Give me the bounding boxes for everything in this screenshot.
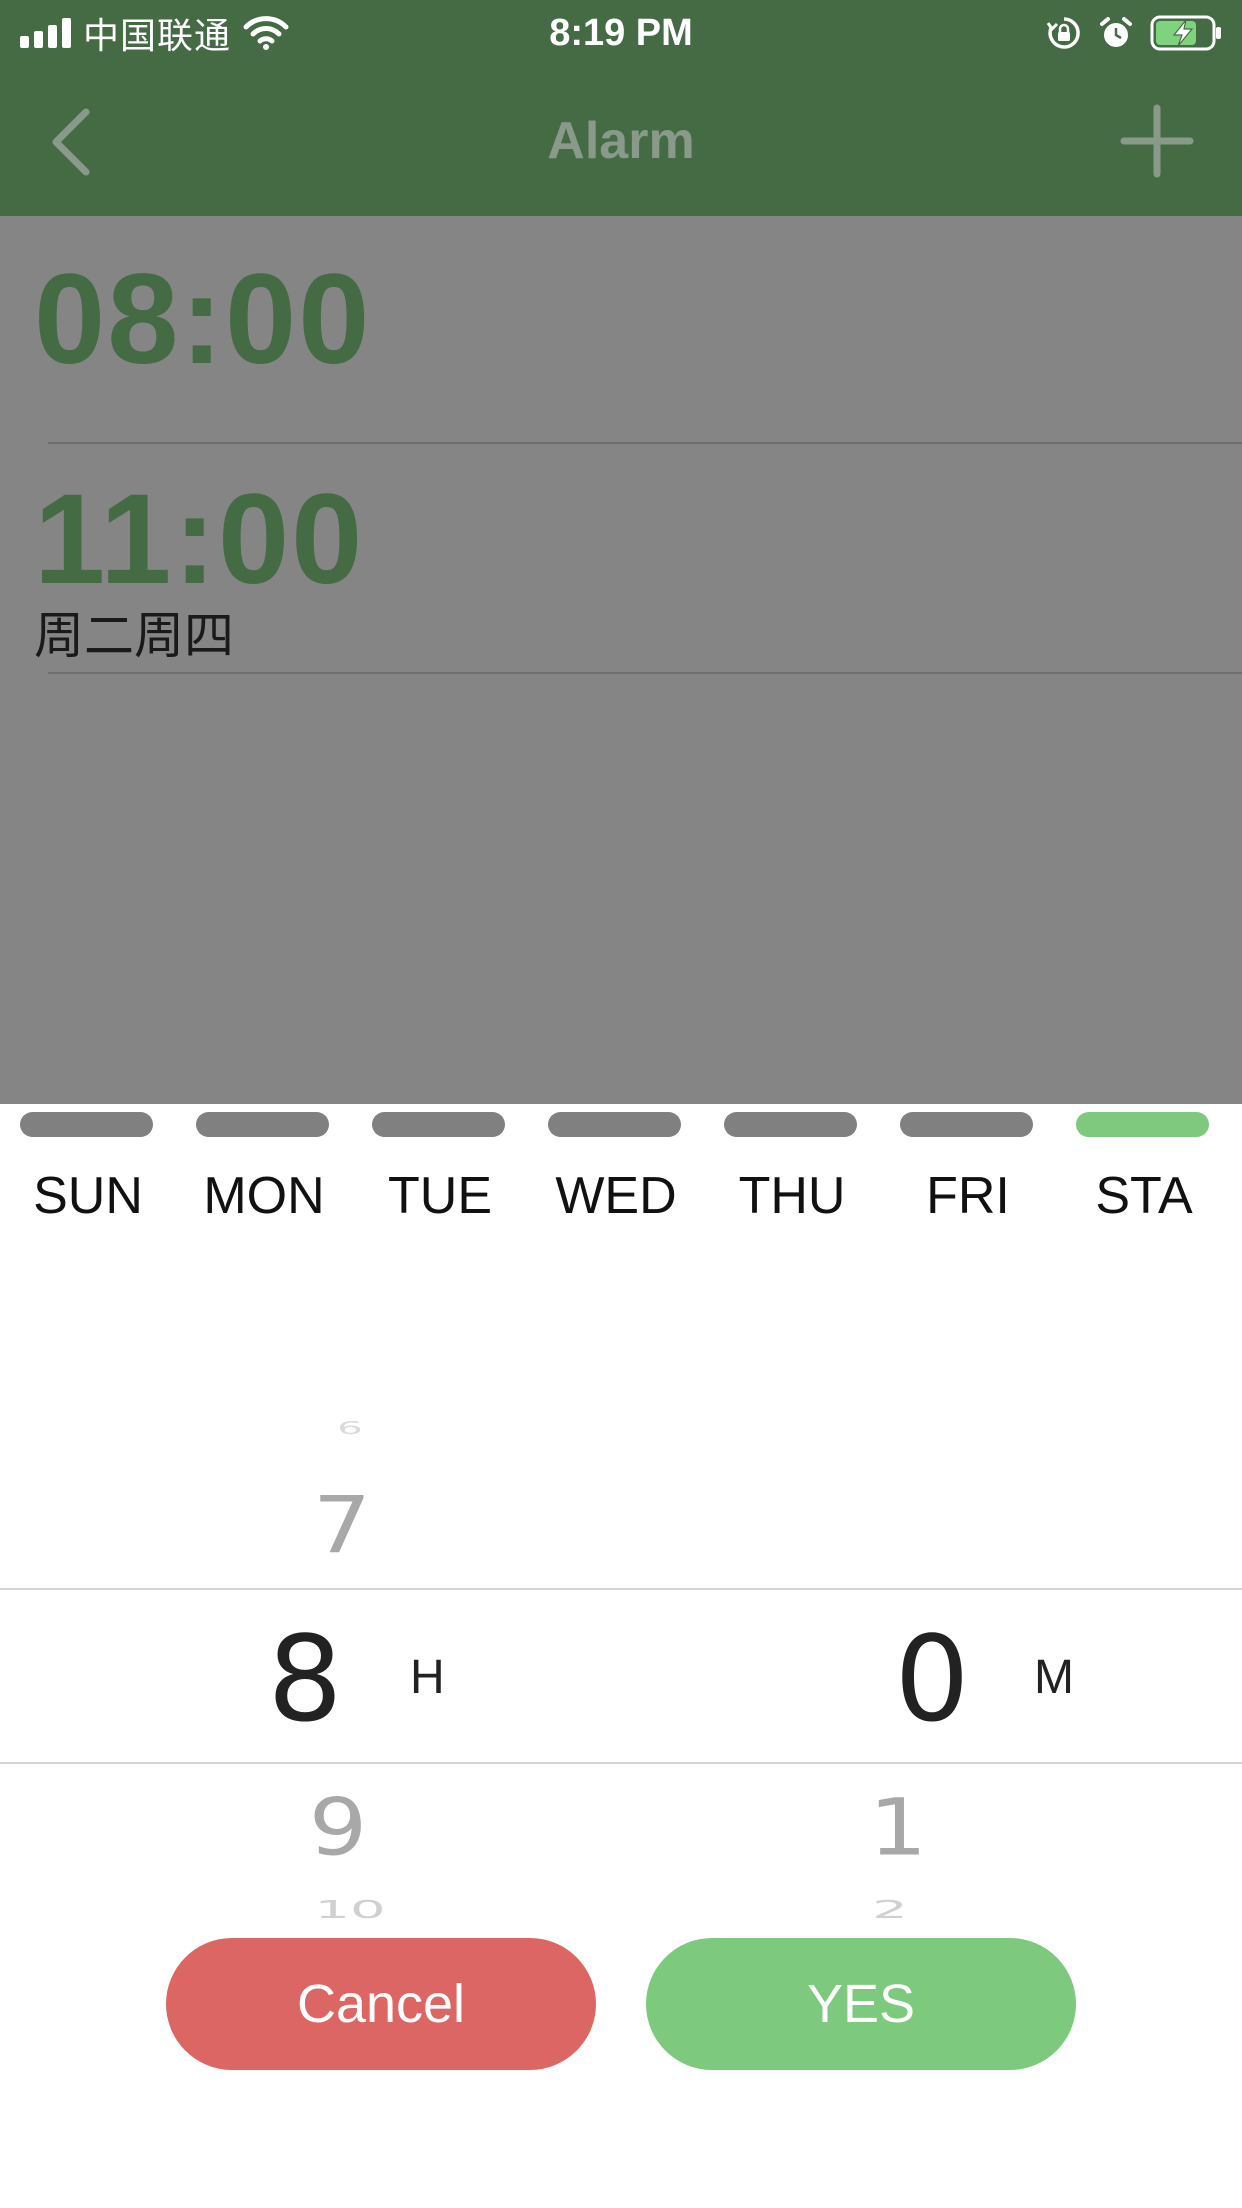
day-label: WED xyxy=(555,1167,677,1225)
yes-button[interactable]: YES xyxy=(646,1938,1076,2070)
hour-option: 6 xyxy=(337,1417,363,1439)
alarm-clock-icon xyxy=(1100,17,1132,47)
hour-selected: 8 xyxy=(267,1610,343,1748)
day-toggle-sun[interactable]: SUN xyxy=(0,1104,176,1225)
hour-unit-label: H xyxy=(410,1651,445,1704)
alarm-repeat-days: 周二周四 xyxy=(34,607,234,665)
day-indicator xyxy=(900,1112,1033,1137)
day-toggle-tue[interactable]: TUE xyxy=(352,1104,528,1225)
picker-selection-bottom-line xyxy=(0,1762,1242,1764)
day-label: SUN xyxy=(33,1167,143,1225)
alarm-time: 08:00 xyxy=(34,248,372,391)
list-divider xyxy=(48,672,1242,674)
day-toggle-sat[interactable]: STA xyxy=(1056,1104,1232,1225)
day-selector: SUN MON TUE WED THU FRI STA xyxy=(0,1104,1242,1225)
day-indicator xyxy=(372,1112,505,1137)
battery-charging-icon xyxy=(1150,15,1221,51)
cancel-button[interactable]: Cancel xyxy=(166,1938,596,2070)
day-label: TUE xyxy=(388,1167,492,1225)
day-indicator xyxy=(724,1112,857,1137)
day-indicator xyxy=(548,1112,681,1137)
day-indicator xyxy=(20,1112,153,1137)
day-toggle-thu[interactable]: THU xyxy=(704,1104,880,1225)
day-label: STA xyxy=(1095,1167,1193,1225)
day-label: THU xyxy=(738,1167,846,1225)
add-alarm-plus-icon[interactable] xyxy=(1120,104,1194,178)
minute-selected: 0 xyxy=(894,1610,970,1748)
orientation-lock-icon xyxy=(1046,17,1080,49)
day-indicator xyxy=(196,1112,329,1137)
day-toggle-mon[interactable]: MON xyxy=(176,1104,352,1225)
day-toggle-wed[interactable]: WED xyxy=(528,1104,704,1225)
status-right xyxy=(1046,0,1224,66)
day-indicator xyxy=(1076,1112,1209,1137)
hour-option: 7 xyxy=(312,1480,372,1572)
day-label: FRI xyxy=(926,1167,1010,1225)
alarm-item[interactable]: 11:00 周二周四 xyxy=(0,444,1242,672)
time-picker: 6 7 8 9 10 H 0 1 2 M xyxy=(0,1284,1242,1964)
hour-option: 10 xyxy=(314,1895,386,1925)
alarm-list: 08:00 11:00 周二周四 xyxy=(0,216,1242,1104)
navigation-bar: Alarm xyxy=(0,66,1242,216)
page-title: Alarm xyxy=(547,112,695,170)
hour-option: 9 xyxy=(308,1782,368,1874)
minute-option: 2 xyxy=(872,1895,908,1925)
back-chevron-icon[interactable] xyxy=(42,102,102,182)
picker-selection-top-line xyxy=(0,1588,1242,1590)
day-label: MON xyxy=(203,1167,325,1225)
minute-option: 1 xyxy=(868,1782,928,1874)
minute-unit-label: M xyxy=(1034,1651,1074,1704)
status-bar: 中国联通 8:19 PM xyxy=(0,0,1242,66)
alarm-time: 11:00 xyxy=(34,468,365,611)
alarm-item[interactable]: 08:00 xyxy=(0,216,1242,442)
day-toggle-fri[interactable]: FRI xyxy=(880,1104,1056,1225)
